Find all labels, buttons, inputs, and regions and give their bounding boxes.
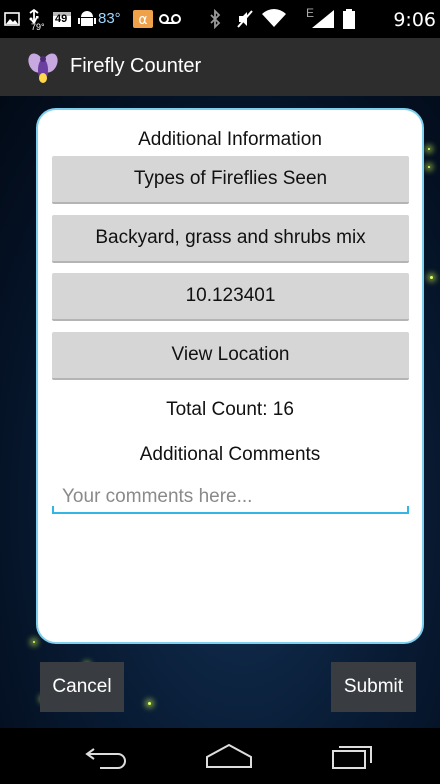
- firefly-glow: [33, 641, 35, 643]
- firefly-glow: [148, 702, 151, 705]
- firefly-icon: [28, 53, 58, 83]
- total-count-label: Total Count:: [166, 399, 268, 420]
- image-icon: [4, 12, 20, 26]
- wifi-icon: [262, 9, 286, 27]
- home-icon[interactable]: [205, 743, 253, 769]
- signal-icon: [312, 10, 334, 28]
- comments-heading: Additional Comments: [139, 444, 321, 465]
- calendar-date: 49: [55, 13, 68, 25]
- cancel-button[interactable]: Cancel: [40, 662, 124, 712]
- back-icon[interactable]: [84, 743, 128, 769]
- card-title: Additional Information: [138, 129, 322, 150]
- submit-button[interactable]: Submit: [331, 662, 416, 712]
- total-count-value: 16: [272, 399, 294, 420]
- status-bar: 79° 49 83° α E 9:06: [0, 0, 440, 38]
- alpha-app-icon: α: [133, 10, 153, 28]
- total-count: Total Count: 16: [38, 399, 422, 421]
- firefly-glow: [428, 166, 430, 168]
- android-icon: [78, 11, 96, 26]
- mute-icon: [237, 10, 253, 28]
- weather-temperature: 83°: [98, 10, 121, 27]
- app-title: Firefly Counter: [70, 55, 202, 77]
- navigation-bar: [0, 728, 440, 784]
- view-location-button[interactable]: View Location: [52, 332, 409, 380]
- app-bar: Firefly Counter: [0, 38, 440, 96]
- input-underline-right: [407, 506, 409, 514]
- battery-icon: [343, 9, 355, 29]
- habitat-button[interactable]: Backyard, grass and shrubs mix: [52, 215, 409, 263]
- temperature-button[interactable]: 10.123401: [52, 273, 409, 321]
- comments-input[interactable]: [52, 480, 409, 514]
- firefly-glow: [430, 276, 433, 279]
- voicemail-icon: [159, 14, 181, 24]
- firefly-glow: [428, 148, 430, 150]
- svg-text:α: α: [138, 12, 147, 28]
- recent-apps-icon[interactable]: [331, 743, 375, 769]
- additional-info-card: Additional Information Types of Fireflie…: [36, 108, 424, 644]
- input-underline: [52, 512, 409, 514]
- bluetooth-icon: [210, 9, 221, 29]
- clock: 9:06: [393, 9, 436, 31]
- temperature-small: 79°: [31, 22, 45, 32]
- types-of-fireflies-button[interactable]: Types of Fireflies Seen: [52, 156, 409, 204]
